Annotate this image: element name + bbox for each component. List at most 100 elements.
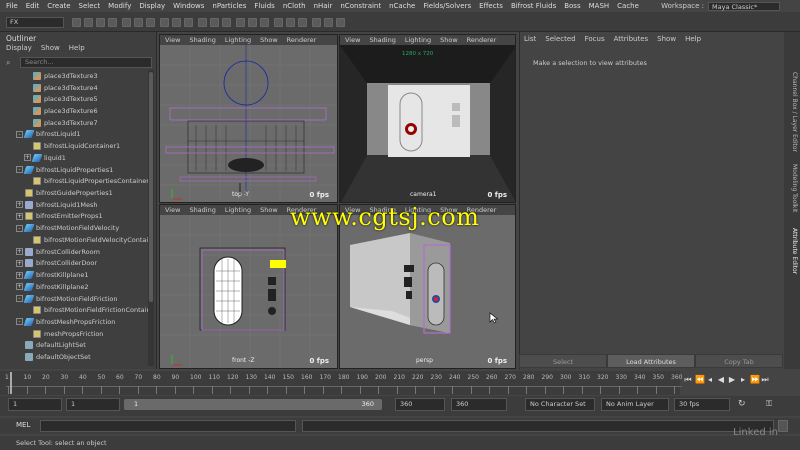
menu-fields-solvers[interactable]: Fields/Solvers — [423, 2, 471, 10]
menu-set-selector[interactable]: FX — [6, 17, 64, 28]
step-back-key-icon[interactable]: ⏪ — [695, 375, 705, 385]
workspace-selector[interactable]: Workspace : Maya Classic* — [661, 1, 780, 11]
collapse-icon[interactable]: - — [16, 224, 23, 232]
expand-icon[interactable]: + — [16, 201, 23, 209]
outliner-item[interactable]: place3dTexture3 — [0, 70, 150, 82]
ae-menu-attributes[interactable]: Attributes — [614, 35, 649, 43]
collapse-icon[interactable]: - — [16, 295, 23, 303]
menu-boss[interactable]: Boss — [564, 2, 580, 10]
toolbar-tool-icon[interactable] — [312, 18, 321, 27]
menu-effects[interactable]: Effects — [479, 2, 503, 10]
tab-channel-box[interactable]: Channel Box / Layer Editor — [786, 72, 798, 152]
expand-icon[interactable]: + — [16, 283, 23, 291]
menu-cache[interactable]: Cache — [617, 2, 639, 10]
toolbar-tool-icon[interactable] — [260, 18, 269, 27]
outliner-item[interactable]: - bifrostMotionFieldFriction — [0, 293, 150, 305]
vp-menu-view[interactable]: View — [345, 36, 360, 44]
menu-nconstraint[interactable]: nConstraint — [340, 2, 381, 10]
menu-bifrost-fluids[interactable]: Bifrost Fluids — [511, 2, 556, 10]
toolbar-tool-icon[interactable] — [72, 18, 81, 27]
toolbar-tool-icon[interactable] — [286, 18, 295, 27]
toolbar-tool-icon[interactable] — [274, 18, 283, 27]
go-to-start-icon[interactable]: ⏮ — [684, 375, 692, 385]
vp-menu-shading[interactable]: Shading — [189, 206, 215, 214]
step-forward-frame-icon[interactable]: ▸ — [739, 375, 747, 385]
menu-mash[interactable]: MASH — [589, 2, 610, 10]
toolbar-tool-icon[interactable] — [122, 18, 131, 27]
animation-end-field[interactable]: 360 — [395, 398, 445, 411]
outliner-item[interactable]: - bifrostLiquid1 — [0, 129, 150, 141]
load-attributes-button[interactable]: Load Attributes — [607, 354, 695, 368]
toolbar-tool-icon[interactable] — [172, 18, 181, 27]
command-input[interactable] — [40, 420, 296, 432]
toolbar-tool-icon[interactable] — [134, 18, 143, 27]
outliner-item[interactable]: defaultLightSet — [0, 340, 150, 352]
menu-fluids[interactable]: Fluids — [254, 2, 274, 10]
collapse-icon[interactable]: - — [16, 130, 23, 138]
toolbar-tool-icon[interactable] — [324, 18, 333, 27]
outliner-item[interactable]: + bifrostEmitterProps1 — [0, 211, 150, 223]
outliner-menu-show[interactable]: Show — [41, 44, 60, 52]
expand-icon[interactable]: + — [16, 259, 23, 267]
outliner-item[interactable]: place3dTexture6 — [0, 105, 150, 117]
menu-ncloth[interactable]: nCloth — [283, 2, 306, 10]
toolbar-tool-icon[interactable] — [146, 18, 155, 27]
outliner-item[interactable]: - bifrostMeshPropsFriction — [0, 316, 150, 328]
vp-menu-shading[interactable]: Shading — [189, 36, 215, 44]
outliner-item[interactable]: + bifrostKillplane1 — [0, 269, 150, 281]
menu-nparticles[interactable]: nParticles — [212, 2, 246, 10]
toolbar-tool-icon[interactable] — [84, 18, 93, 27]
select-button[interactable]: Select — [519, 354, 607, 368]
toolbar-tool-icon[interactable] — [248, 18, 257, 27]
expand-icon[interactable]: + — [16, 212, 23, 220]
auto-key-icon[interactable]: ⚿ — [766, 399, 772, 409]
expand-icon[interactable]: + — [16, 248, 23, 256]
outliner-scroll-thumb[interactable] — [149, 72, 153, 302]
outliner-item[interactable]: - bifrostLiquidProperties1 — [0, 164, 150, 176]
play-forwards-icon[interactable]: ▶ — [728, 375, 736, 385]
anim-layer-dropdown[interactable]: No Anim Layer — [601, 398, 669, 411]
toolbar-tool-icon[interactable] — [184, 18, 193, 27]
ae-menu-focus[interactable]: Focus — [585, 35, 605, 43]
step-back-frame-icon[interactable]: ◂ — [706, 375, 714, 385]
menu-modify[interactable]: Modify — [108, 2, 131, 10]
vp-menu-renderer[interactable]: Renderer — [467, 36, 497, 44]
outliner-menu-help[interactable]: Help — [69, 44, 85, 52]
vp-menu-renderer[interactable]: Renderer — [287, 36, 317, 44]
go-to-end-icon[interactable]: ⏭ — [761, 375, 769, 385]
outliner-item[interactable]: place3dTexture4 — [0, 82, 150, 94]
vp-menu-lighting[interactable]: Lighting — [405, 36, 431, 44]
current-time-indicator[interactable] — [10, 372, 12, 394]
vp-menu-show[interactable]: Show — [260, 36, 278, 44]
viewport-top[interactable]: View Shading Lighting Show Renderer top … — [159, 34, 338, 203]
viewport-canvas[interactable] — [160, 215, 337, 368]
expand-icon[interactable]: + — [16, 271, 23, 279]
outliner-item[interactable]: + liquid1 — [0, 152, 150, 164]
range-slider[interactable]: 1 360 — [124, 399, 382, 410]
ae-menu-list[interactable]: List — [524, 35, 536, 43]
outliner-item[interactable]: place3dTexture7 — [0, 117, 150, 129]
toolbar-tool-icon[interactable] — [160, 18, 169, 27]
collapse-icon[interactable]: - — [16, 318, 23, 326]
step-forward-key-icon[interactable]: ⏩ — [750, 375, 760, 385]
menu-create[interactable]: Create — [47, 2, 70, 10]
outliner-item[interactable]: + bifrostKillplane2 — [0, 281, 150, 293]
outliner-item[interactable]: bifrostMotionFieldFrictionContain — [0, 304, 150, 316]
outliner-item[interactable]: place3dTexture5 — [0, 93, 150, 105]
menu-file[interactable]: File — [6, 2, 18, 10]
loop-icon[interactable]: ↻ — [738, 399, 746, 409]
outliner-item[interactable]: bifrostGuideProperties1 — [0, 187, 150, 199]
outliner-item[interactable]: + bifrostLiquid1Mesh — [0, 199, 150, 211]
ae-menu-help[interactable]: Help — [685, 35, 701, 43]
expand-icon[interactable]: + — [24, 154, 31, 162]
play-backwards-icon[interactable]: ◀ — [717, 375, 725, 385]
menu-select[interactable]: Select — [79, 2, 101, 10]
toolbar-tool-icon[interactable] — [298, 18, 307, 27]
outliner-item[interactable]: bifrostMotionFieldVelocityContain — [0, 234, 150, 246]
viewport-canvas[interactable]: 1280 x 720 — [340, 45, 515, 202]
outliner-item[interactable]: + bifrostColliderDoor — [0, 258, 150, 270]
workspace-dropdown[interactable]: Maya Classic* — [708, 1, 780, 11]
toolbar-tool-icon[interactable] — [222, 18, 231, 27]
outliner-item[interactable]: + bifrostColliderRoom — [0, 246, 150, 258]
menu-edit[interactable]: Edit — [26, 2, 40, 10]
